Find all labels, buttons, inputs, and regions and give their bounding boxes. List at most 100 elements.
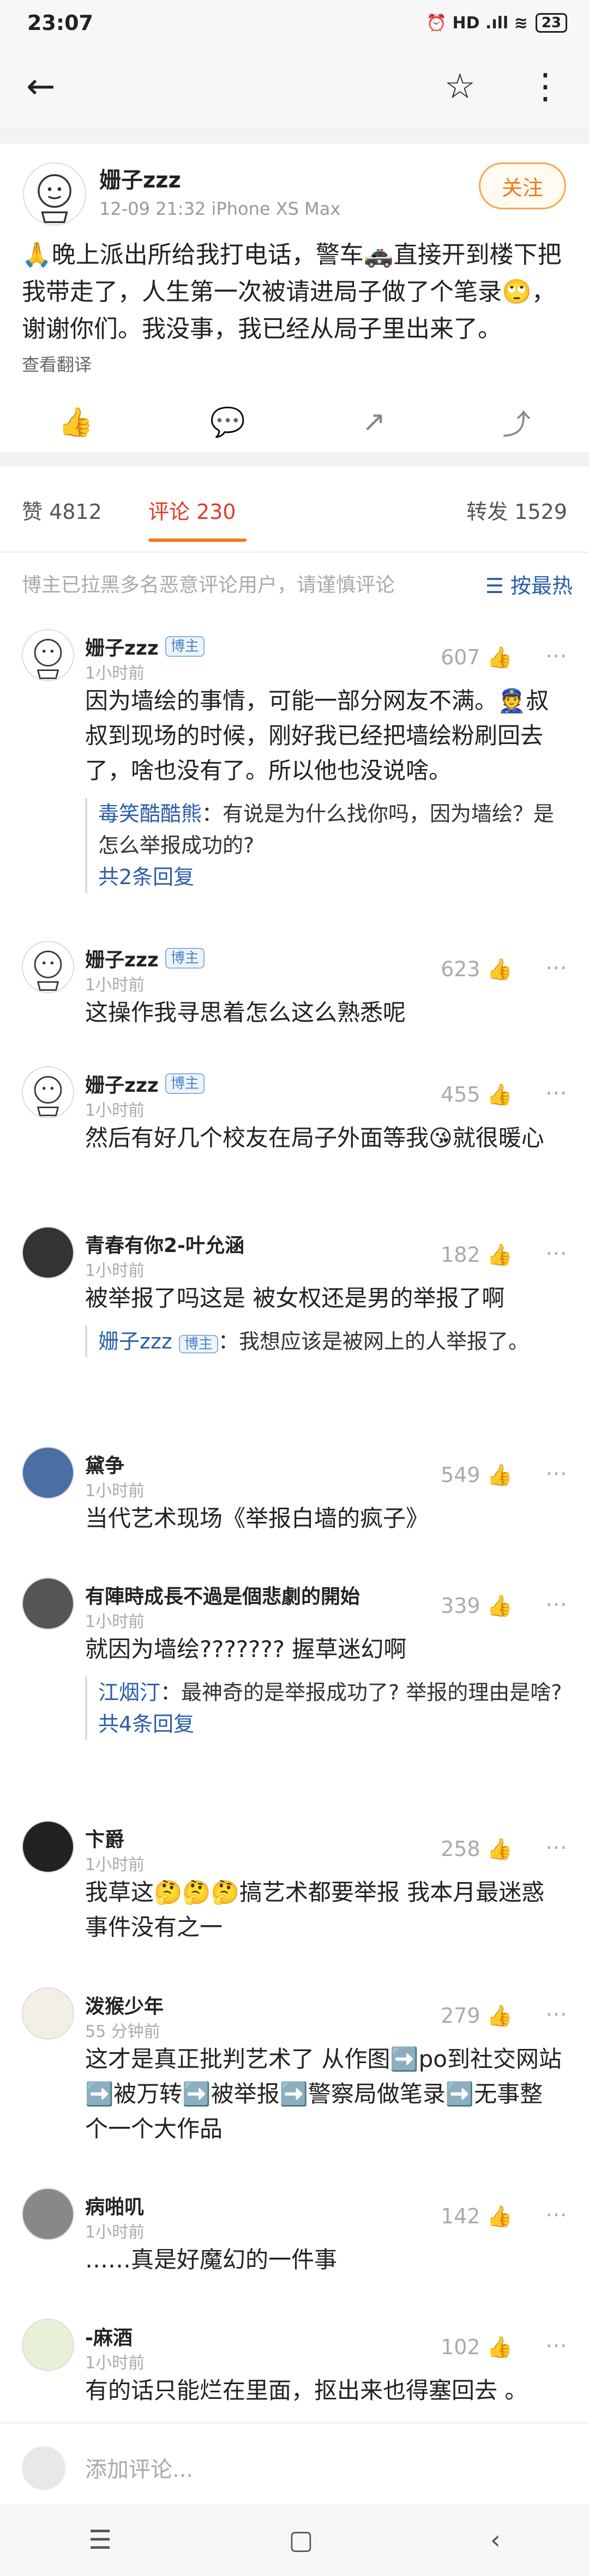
commenter-name[interactable]: 卞爵	[85, 1824, 124, 1852]
translate-link[interactable]: 查看翻译	[22, 351, 92, 376]
reply-author[interactable]: 江烟汀	[98, 1680, 160, 1704]
back-arrow-icon[interactable]: ←	[26, 69, 56, 104]
commenter-name[interactable]: -麻酒	[85, 2322, 133, 2350]
comment-like-button[interactable]: 455 👍	[441, 1083, 513, 1107]
more-replies-link[interactable]: 共4条回复	[98, 1712, 194, 1736]
menu-icon[interactable]: ☰	[88, 2525, 112, 2555]
comment-share-icon[interactable]: ⋯	[545, 955, 567, 980]
comment-like-button[interactable]: 182 👍	[441, 1243, 513, 1267]
comment-text: 就因为墙绘??????? 握草迷幻啊	[85, 1636, 407, 1662]
commenter-name[interactable]: 姗子zzz 博主	[85, 632, 205, 661]
sort-by-hot-button[interactable]: ☰ 按最热	[485, 569, 573, 599]
commenter-name-text: 姗子zzz	[85, 1074, 159, 1097]
comment-time: 1小时前	[85, 1261, 145, 1280]
reply-author[interactable]: 姗子zzz	[98, 1329, 172, 1353]
author-badge: 博主	[165, 636, 205, 657]
system-nav-bar: ☰ ▢ ‹	[0, 2504, 589, 2576]
likes-tab[interactable]: 赞 4812	[22, 495, 102, 525]
commenter-avatar[interactable]	[22, 629, 74, 681]
commenter-avatar[interactable]	[22, 941, 74, 993]
comment-share-icon[interactable]: ⋯	[545, 1592, 567, 1617]
comment-like-button[interactable]: 339 👍	[441, 1594, 513, 1618]
repost-icon[interactable]: ↗	[362, 406, 386, 438]
comment-like-button[interactable]: 607 👍	[441, 645, 513, 670]
commenter-avatar[interactable]	[22, 1987, 74, 2040]
more-options-icon[interactable]: ⋮	[528, 69, 563, 104]
comment-time: 1小时前	[85, 2223, 145, 2242]
comment-notice: 博主已拉黑多名恶意评论用户，请谨慎评论	[22, 574, 395, 596]
comment-share-icon[interactable]: ⋯	[545, 1080, 567, 1105]
post-actions: 👍 💬 ↗ ⤴	[0, 395, 589, 449]
comment-like-button[interactable]: 549 👍	[441, 1463, 513, 1487]
comment-reply-preview[interactable]: 江烟汀：最神奇的是举报成功了? 举报的理由是啥? 共4条回复	[85, 1677, 568, 1740]
comment-time: 1小时前	[85, 2354, 145, 2373]
commenter-avatar[interactable]	[22, 1447, 74, 1499]
comment-like-button[interactable]: 258 👍	[441, 1837, 513, 1861]
comment-text: ……真是好魔幻的一件事	[85, 2246, 338, 2273]
commenter-name[interactable]: 黛争	[85, 1450, 124, 1478]
comment-share-icon[interactable]: ⋯	[545, 2202, 567, 2227]
follow-button[interactable]: 关注	[479, 162, 566, 209]
commenter-avatar[interactable]	[22, 2188, 74, 2240]
commenter-avatar[interactable]	[22, 1226, 74, 1279]
comment-time: 1小时前	[85, 664, 145, 683]
post-counts: 赞 4812 评论 230 转发 1529	[0, 467, 589, 553]
comment-share-icon[interactable]: ⋯	[545, 2333, 567, 2358]
comment-notice-bar: 博主已拉黑多名恶意评论用户，请谨慎评论 ☰ 按最热	[0, 553, 589, 607]
commenter-avatar[interactable]	[22, 2319, 74, 2371]
commenter-name[interactable]: 病啪叽	[85, 2191, 144, 2220]
home-icon[interactable]: ▢	[289, 2525, 313, 2555]
post-text: 🙏晚上派出所给我打电话，警车🚓直接开到楼下把我带走了，人生第一次被请进局子做了个…	[22, 241, 562, 343]
comment-text: 有的话只能烂在里面，抠出来也得塞回去 。	[85, 2377, 528, 2404]
reply-author-badge: 博主	[178, 1335, 218, 1353]
commenter-name[interactable]: 有陣時成長不過是個悲劇的開始	[85, 1581, 360, 1609]
share-icon[interactable]: ⤴	[502, 402, 531, 443]
comment-like-button[interactable]: 623 👍	[441, 957, 513, 982]
my-avatar	[22, 2446, 65, 2490]
comment-like-button[interactable]: 279 👍	[441, 2004, 513, 2028]
commenter-name[interactable]: 青春有你2-叶允涵	[85, 1230, 244, 1258]
reply-author[interactable]: 毒笑酷酷熊	[98, 802, 202, 826]
commenter-name[interactable]: 姗子zzz 博主	[85, 944, 205, 972]
comment-like-button[interactable]: 142 👍	[441, 2204, 513, 2229]
more-replies-link[interactable]: 共2条回复	[98, 865, 194, 889]
comment-like-button[interactable]: 102 👍	[441, 2335, 513, 2360]
comment-icon[interactable]: 💬	[210, 406, 245, 439]
commenter-name[interactable]: 泼猴少年	[85, 1991, 164, 2019]
comment-text: 这操作我寻思着怎么这么熟悉呢	[85, 999, 406, 1026]
comment-reply-preview[interactable]: 姗子zzz 博主 ：我想应该是被网上的人举报了。	[85, 1326, 568, 1357]
author-avatar[interactable]	[23, 162, 86, 226]
comment-text: 因为墙绘的事情，可能一部分网友不满。👮叔叔到现场的时候，刚好我已经把墙绘粉刷回去…	[85, 687, 549, 784]
comment-input-bar: 添加评论...	[0, 2422, 589, 2504]
commenter-name[interactable]: 姗子zzz 博主	[85, 1069, 205, 1098]
add-comment-input[interactable]: 添加评论...	[85, 2452, 193, 2483]
comment-share-icon[interactable]: ⋯	[545, 1835, 567, 1860]
commenter-name-text: 姗子zzz	[85, 949, 159, 971]
comment-share-icon[interactable]: ⋯	[545, 1241, 567, 1266]
battery-icon: 23	[535, 13, 567, 33]
comment-share-icon[interactable]: ⋯	[545, 2001, 567, 2027]
commenter-avatar[interactable]	[22, 1066, 74, 1118]
commenter-avatar[interactable]	[22, 1577, 74, 1630]
comment-text: 然后有好几个校友在局子外面等我😘就很暖心	[85, 1124, 544, 1151]
author-name[interactable]: 姗子zzz	[99, 162, 181, 194]
comment-time: 1小时前	[85, 1481, 145, 1501]
status-bar: 23:07 ⏰ HD .ıll ≋ 23	[0, 0, 589, 46]
comment-text: 被举报了吗这是 被女权还是男的举报了啊	[85, 1285, 505, 1311]
reply-text: ：最神奇的是举报成功了? 举报的理由是啥?	[160, 1680, 562, 1704]
reposts-tab[interactable]: 转发 1529	[466, 495, 567, 525]
comment-share-icon[interactable]: ⋯	[545, 1461, 567, 1486]
comments-tab[interactable]: 评论 230	[148, 495, 236, 525]
active-tab-indicator	[148, 539, 247, 542]
comment-share-icon[interactable]: ⋯	[545, 643, 567, 668]
comment-text: 这才是真正批判艺术了 从作图➡️po到社交网站➡️被万转➡️被举报➡️警察局做笔…	[85, 2046, 562, 2142]
comment-reply-preview[interactable]: 毒笑酷酷熊：有说是为什么找你吗，因为墙绘？是怎么举报成功的? 共2条回复	[85, 798, 568, 893]
favorite-star-icon[interactable]: ☆	[444, 69, 476, 104]
status-time: 23:07	[27, 11, 93, 35]
like-icon[interactable]: 👍	[58, 406, 94, 439]
top-navbar: ← ☆ ⋮	[0, 46, 589, 128]
comment-time: 1小时前	[85, 1612, 145, 1631]
back-icon[interactable]: ‹	[490, 2525, 501, 2555]
commenter-avatar[interactable]	[22, 1821, 74, 1873]
post-meta: 12-09 21:32 iPhone XS Max	[99, 198, 341, 219]
